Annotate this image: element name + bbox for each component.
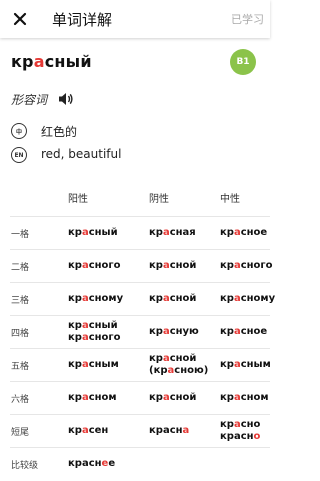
page-title: 单词详解 [52, 11, 113, 29]
headword-pre: кр [11, 52, 34, 71]
table-cell: красна [149, 424, 190, 436]
table-cell: краснее [68, 457, 116, 469]
learned-button[interactable]: 已学习 [231, 11, 264, 27]
row-label: 短尾 [11, 427, 30, 438]
table-cell: красным [68, 358, 119, 370]
table-cell: красное [220, 226, 268, 238]
table-cell: красен [68, 424, 109, 436]
top-bar: 单词详解 已学习 [0, 0, 270, 38]
column-header-neuter: 中性 [220, 194, 240, 205]
level-badge: B1 [230, 49, 256, 75]
meaning-english: red, beautiful [41, 147, 122, 161]
headword: красный [11, 52, 92, 71]
table-cell: красный красного [68, 319, 121, 343]
table-cell: красной [149, 391, 197, 403]
speaker-icon [59, 93, 73, 105]
headword-stress: а [33, 52, 45, 71]
table-cell: красного [220, 259, 273, 271]
table-cell: красная [149, 226, 196, 238]
table-cell: красного [68, 259, 121, 271]
row-label: 五格 [11, 361, 30, 372]
table-cell: красной [149, 259, 197, 271]
table-cell: красное [220, 325, 268, 337]
row-label: 二格 [11, 262, 30, 273]
table-cell: красным [220, 358, 271, 370]
column-header-feminine: 阴性 [149, 194, 169, 205]
close-button[interactable] [10, 9, 30, 29]
meaning-chinese: 红色的 [41, 125, 78, 139]
table-row [10, 447, 270, 481]
table-cell: красную [149, 325, 199, 337]
row-label: 六格 [11, 394, 30, 405]
close-icon [13, 12, 27, 26]
table-cell: красному [220, 292, 276, 304]
table-cell: красно красно [220, 418, 261, 442]
table-cell: красном [220, 391, 269, 403]
row-label: 比较级 [11, 460, 39, 471]
row-label: 一格 [11, 229, 30, 240]
chinese-badge-icon: 中 [11, 123, 27, 139]
column-header-masculine: 阳性 [68, 194, 88, 205]
table-cell: красной (красною) [149, 352, 209, 376]
part-of-speech: 形容词 [11, 93, 48, 107]
row-label: 三格 [11, 295, 30, 306]
english-badge-icon: EN [11, 147, 27, 163]
headword-post: сный [44, 52, 92, 71]
table-cell: красном [68, 391, 117, 403]
row-label: 四格 [11, 328, 30, 339]
pronounce-button[interactable] [58, 91, 74, 110]
table-cell: красный [68, 226, 118, 238]
table-cell: красному [68, 292, 124, 304]
table-cell: красной [149, 292, 197, 304]
